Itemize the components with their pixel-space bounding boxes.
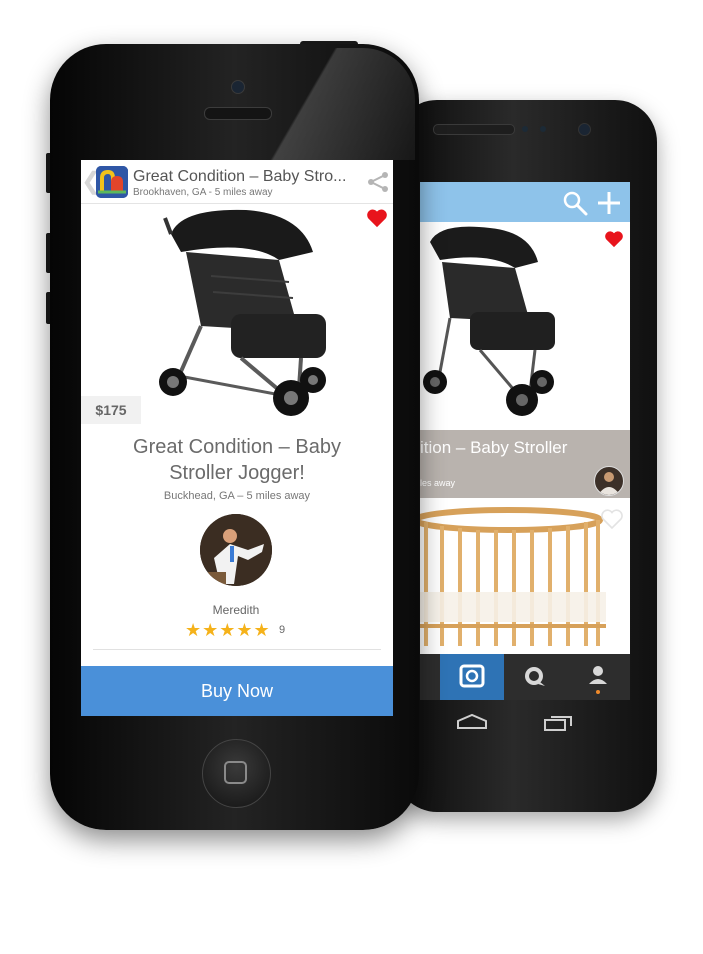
listing-header: ❮ Great Condition – Baby Stro... Brookha…	[81, 160, 393, 204]
iphone-camera	[231, 80, 245, 94]
profile-tab-icon[interactable]	[580, 654, 616, 700]
stroller-photo[interactable]	[420, 222, 570, 422]
back-card-location: les away	[420, 478, 456, 488]
plus-icon[interactable]	[596, 190, 622, 216]
seller-name: Meredith	[212, 603, 260, 617]
back-icon[interactable]: ❮	[81, 170, 101, 194]
app-icon	[96, 166, 128, 198]
stroller-photo[interactable]	[151, 204, 341, 418]
rating-count: 9	[279, 624, 286, 636]
share-icon[interactable]	[366, 170, 390, 194]
rating-stars: ★★★★★	[185, 620, 271, 640]
iphone-speaker	[204, 107, 272, 120]
header-title: Great Condition – Baby Stro...	[133, 168, 347, 185]
back-card-title: ition – Baby Stroller	[420, 438, 568, 457]
android-home-icon[interactable]	[455, 713, 489, 731]
back-card-title-bar[interactable]: ition – Baby Stroller les away	[420, 430, 630, 498]
android-sensor	[540, 126, 546, 132]
bottom-nav	[420, 654, 630, 700]
price-tag: $175	[81, 396, 141, 424]
content-divider	[93, 649, 381, 650]
product-location: Buckhead, GA – 5 miles away	[163, 490, 311, 502]
android-camera	[578, 123, 591, 136]
header-location: Brookhaven, GA - 5 miles away	[133, 187, 273, 198]
android-screen: ition – Baby Stroller les away	[420, 182, 630, 700]
heart-icon[interactable]	[604, 230, 624, 248]
seller-avatar[interactable]	[200, 514, 272, 586]
heart-outline-icon[interactable]	[600, 508, 624, 530]
android-speaker	[433, 124, 515, 135]
android-sensor	[522, 126, 528, 132]
search-icon[interactable]	[562, 190, 588, 216]
buy-now-button[interactable]: Buy Now	[81, 666, 393, 716]
back-top-bar	[420, 182, 630, 222]
iphone-glare	[190, 48, 415, 160]
home-square-icon	[224, 761, 247, 784]
product-title: Great Condition – Baby Stroller Jogger!	[133, 436, 341, 484]
crib-photo[interactable]	[420, 506, 630, 654]
camera-tab-icon[interactable]	[440, 654, 504, 700]
heart-icon[interactable]	[366, 208, 388, 228]
android-recent-apps-icon[interactable]	[543, 714, 575, 732]
chat-tab-icon[interactable]	[516, 654, 552, 700]
iphone-screen: ❮ Great Condition – Baby Stro... Brookha…	[81, 160, 393, 716]
avatar[interactable]	[594, 466, 624, 496]
